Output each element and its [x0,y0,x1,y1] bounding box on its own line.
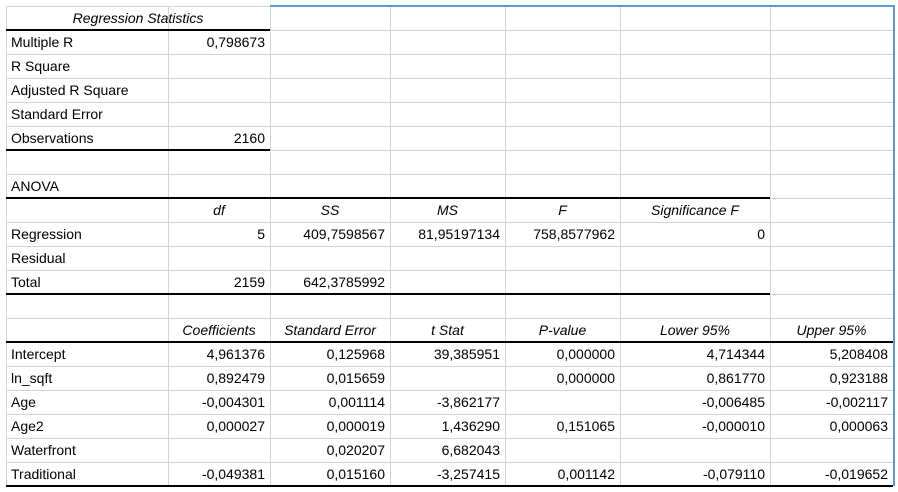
coefficient-cell[interactable]: -0,049381 [168,462,270,486]
coefficient-cell[interactable]: 0,015160 [270,462,390,486]
stat-label[interactable]: R Square [6,54,168,78]
coefficient-cell[interactable]: -0,006485 [620,390,770,414]
coefficient-cell[interactable]: -0,079110 [620,462,770,486]
anova-header[interactable]: SS [270,198,390,222]
coefficient-cell[interactable]: 0,861770 [620,366,770,390]
anova-cell[interactable] [505,246,620,270]
anova-cell[interactable]: 5 [168,222,270,246]
coefficients-header[interactable]: Upper 95% [770,318,893,342]
coefficient-row-label[interactable]: ln_sqft [6,366,168,390]
stat-value[interactable]: 2160 [168,126,270,150]
coefficient-cell[interactable]: -0,019652 [770,462,893,486]
border-line [6,149,270,151]
anova-cell[interactable] [505,270,620,294]
frame-right [893,5,895,486]
coefficient-cell[interactable]: -0,002117 [770,390,893,414]
border-line [6,293,770,295]
anova-cell[interactable] [168,246,270,270]
anova-header[interactable]: MS [390,198,505,222]
coefficient-cell[interactable] [168,438,270,462]
stat-value[interactable] [168,78,270,102]
border-line [6,485,893,487]
stat-label[interactable]: Multiple R [6,30,168,54]
coefficient-row-label[interactable]: Age [6,390,168,414]
coefficient-cell[interactable]: 39,385951 [390,342,505,366]
anova-header[interactable]: df [168,198,270,222]
anova-cell[interactable] [390,246,505,270]
anova-cell[interactable] [390,270,505,294]
coefficients-header[interactable]: t Stat [390,318,505,342]
stat-label[interactable]: Observations [6,126,168,150]
coefficient-cell[interactable]: -0,000010 [620,414,770,438]
coefficient-cell[interactable]: 1,436290 [390,414,505,438]
coefficient-cell[interactable]: -0,004301 [168,390,270,414]
border-line [6,197,770,199]
regression-statistics-title[interactable]: Regression Statistics [6,6,270,30]
coefficients-header[interactable]: P-value [505,318,620,342]
anova-cell[interactable]: 0 [620,222,770,246]
coefficient-cell[interactable]: 4,714344 [620,342,770,366]
anova-cell[interactable] [620,270,770,294]
border-line [6,341,893,343]
coefficient-cell[interactable]: -3,862177 [390,390,505,414]
coefficient-cell[interactable]: -3,257415 [390,462,505,486]
coefficient-cell[interactable]: 0,020207 [270,438,390,462]
coefficients-header[interactable]: Coefficients [168,318,270,342]
anova-cell[interactable] [620,246,770,270]
coefficient-cell[interactable]: 0,000019 [270,414,390,438]
anova-cell[interactable]: 409,7598567 [270,222,390,246]
stat-label[interactable]: Standard Error [6,102,168,126]
coefficient-cell[interactable]: 0,000063 [770,414,893,438]
anova-title[interactable]: ANOVA [6,174,168,198]
anova-header[interactable]: Significance F [620,198,770,222]
coefficient-cell[interactable]: 0,125968 [270,342,390,366]
coefficient-cell[interactable] [390,366,505,390]
anova-cell[interactable]: 2159 [168,270,270,294]
anova-header[interactable]: F [505,198,620,222]
coefficient-row-label[interactable]: Waterfront [6,438,168,462]
anova-cell[interactable]: 758,8577962 [505,222,620,246]
anova-cell[interactable]: 642,3785992 [270,270,390,294]
border-line [6,29,270,31]
coefficient-cell[interactable]: 4,961376 [168,342,270,366]
stat-label[interactable]: Adjusted R Square [6,78,168,102]
anova-row-label[interactable]: Regression [6,222,168,246]
coefficients-header[interactable]: Standard Error [270,318,390,342]
coefficient-cell[interactable]: 0,001142 [505,462,620,486]
anova-row-label[interactable]: Residual [6,246,168,270]
coefficient-row-label[interactable]: Age2 [6,414,168,438]
coefficient-cell[interactable]: 0,923188 [770,366,893,390]
coefficient-cell[interactable]: 0,151065 [505,414,620,438]
coefficient-cell[interactable]: 0,892479 [168,366,270,390]
anova-row-label[interactable]: Total [6,270,168,294]
coefficient-cell[interactable]: 0,000027 [168,414,270,438]
stat-value[interactable] [168,54,270,78]
coefficient-cell[interactable] [770,438,893,462]
stat-value[interactable] [168,102,270,126]
coefficient-cell[interactable]: 0,015659 [270,366,390,390]
coefficient-cell[interactable]: 6,682043 [390,438,505,462]
anova-cell[interactable]: 81,95197134 [390,222,505,246]
coefficient-row-label[interactable]: Traditional [6,462,168,486]
coefficient-cell[interactable]: 0,000000 [505,342,620,366]
coefficient-cell[interactable] [505,438,620,462]
frame-top [270,5,895,7]
coefficients-header[interactable]: Lower 95% [620,318,770,342]
coefficient-cell[interactable] [505,390,620,414]
regression-output-sheet: Regression Statistics Multiple R 0,798673 R… [0,0,898,492]
coefficient-cell[interactable] [620,438,770,462]
coefficient-row-label[interactable]: Intercept [6,342,168,366]
coefficient-cell[interactable]: 5,208408 [770,342,893,366]
coefficient-cell[interactable]: 0,000000 [505,366,620,390]
anova-cell[interactable] [270,246,390,270]
coefficient-cell[interactable]: 0,001114 [270,390,390,414]
stat-value[interactable]: 0,798673 [168,30,270,54]
